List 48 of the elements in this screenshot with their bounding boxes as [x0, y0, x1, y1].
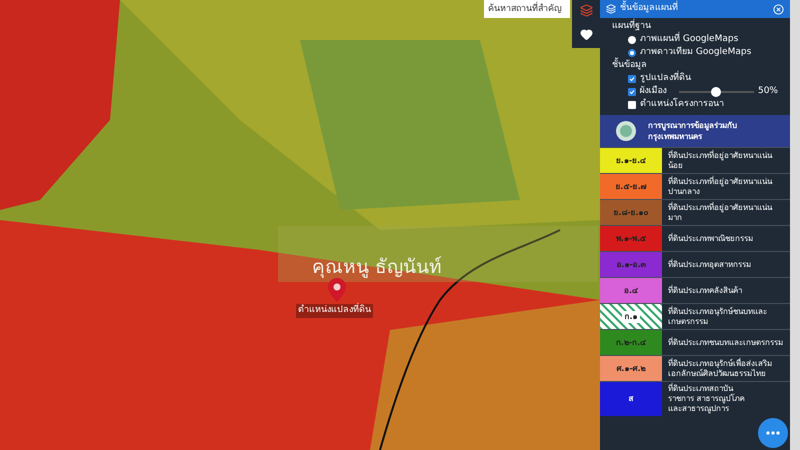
zone-code: ก.๑ [622, 310, 640, 322]
radio-label: ภาพดาวเทียม GoogleMaps [640, 46, 752, 58]
section-heading: ชั้นข้อมูล [612, 59, 778, 72]
radio-label: ภาพแผนที่ GoogleMaps [640, 33, 738, 46]
zone-code: ศ.๑-ศ.๒ [615, 362, 647, 374]
pin-caption: ตำแหน่งแปลงที่ดิน [296, 304, 373, 318]
zone-code: ส [628, 393, 634, 405]
layer-label: รูปแปลงที่ดิน [640, 72, 691, 85]
zone-code: พ.๑-พ.๕ [614, 232, 648, 244]
layers-button[interactable] [572, 0, 600, 20]
zone-description: ที่ดินประเภทสถาบันราชการ สาธารณูปโภคและสาธารณูปการ [668, 384, 746, 414]
zone-code: ก.๒-ก.๔ [614, 336, 648, 348]
checkbox[interactable] [628, 100, 636, 108]
radio-button[interactable] [628, 36, 636, 44]
checkbox[interactable] [628, 74, 636, 82]
zone-description: ที่ดินประเภทที่อยู่อาศัยหนาแน่นปานกลาง [668, 176, 774, 196]
seal-icon [616, 121, 636, 141]
zone-description: ที่ดินประเภทที่อยู่อาศัยหนาแน่นมาก [668, 202, 774, 222]
zone-description: ที่ดินประเภทพาณิชยกรรม [668, 234, 753, 244]
zone-code: ย.๑-ย.๔ [614, 154, 648, 166]
zone-code: อ.๑-อ.๓ [615, 258, 647, 270]
section-heading: แผนที่ฐาน [612, 20, 778, 33]
more-icon [766, 431, 780, 435]
opacity-slider[interactable] [678, 86, 754, 96]
search-field[interactable]: ค้นหาสถานที่สำคัญ [484, 0, 570, 18]
more-button[interactable] [758, 418, 788, 448]
heart-icon [580, 28, 592, 40]
radio-button[interactable] [628, 48, 636, 56]
opacity-reading: 50% [758, 85, 778, 98]
zone-code: ย.๕-ย.๗ [614, 180, 648, 192]
zone-code: อ.๔ [622, 284, 640, 296]
zone-description: ที่ดินประเภทอุตสาหกรรม [668, 260, 751, 270]
zone-description: ที่ดินประเภทที่อยู่อาศัยหนาแน่นน้อย [668, 150, 774, 170]
layer-label: ตำแหน่งโครงการอนา [640, 98, 724, 111]
zone-description: ที่ดินประเภทอนุรักษ์เพื่อส่งเสริมเอกลักษณ์ศิลปวัฒนธรรมไทย [668, 358, 773, 378]
layer-label: ผังเมือง [640, 85, 668, 98]
zone-description: ที่ดินประเภทชนบทและเกษตรกรรม [668, 338, 783, 348]
panel-title: ชั้นข้อมูลแผนที่ [620, 2, 769, 16]
place-label: คุณหนู ธัญนันท์ [312, 258, 442, 277]
close-icon[interactable] [773, 4, 784, 14]
map-pin-icon [328, 278, 346, 302]
zone-description: ที่ดินประเภทอนุรักษ์ชนบทและเกษตรกรรม [668, 306, 768, 326]
zone-description: ที่ดินประเภทคลังสินค้า [668, 286, 742, 296]
source-text: การบูรณาการข้อมูลร่วมกับ กรุงเทพมหานคร [648, 120, 738, 142]
checkbox[interactable] [628, 88, 636, 96]
layers-icon [606, 4, 616, 14]
zone-code: ย.๘-ย.๑๐ [612, 206, 650, 218]
layers-icon [580, 4, 592, 16]
